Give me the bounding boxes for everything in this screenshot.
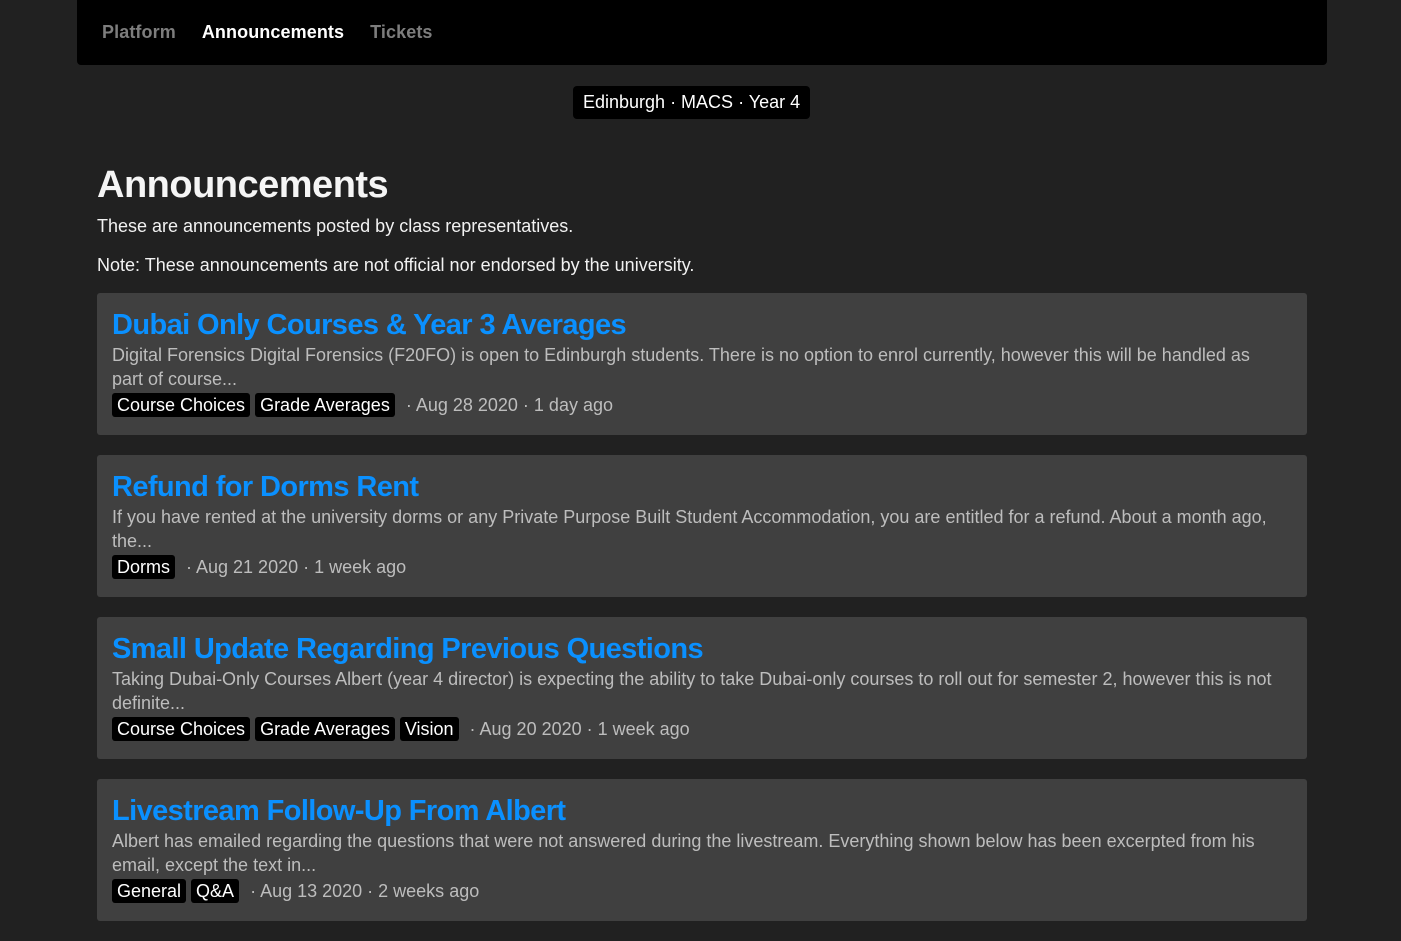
announcement-date: · Aug 28 2020 · 1 day ago — [405, 394, 613, 415]
tag-badge[interactable]: Course Choices — [112, 393, 251, 417]
page-note: Note: These announcements are not offici… — [97, 255, 695, 275]
announcement-date: · Aug 13 2020 · 2 weeks ago — [250, 880, 480, 901]
tag-badge[interactable]: Grade Averages — [255, 717, 395, 741]
announcement-card[interactable]: Dubai Only Courses & Year 3 Averages Dig… — [97, 293, 1307, 435]
announcement-date: · Aug 20 2020 · 1 week ago — [469, 718, 690, 739]
announcement-date: · Aug 21 2020 · 1 week ago — [186, 556, 407, 577]
announcement-excerpt: Digital Forensics Digital Forensics (F20… — [112, 345, 1250, 389]
tag-badge[interactable]: Q&A — [191, 879, 240, 903]
announcement-meta: General Q&A · Aug 13 2020 · 2 weeks ago — [112, 879, 1292, 903]
tag-badge[interactable]: Grade Averages — [255, 393, 395, 417]
page-title: Announcements — [97, 164, 389, 206]
page-subtitle: These are announcements posted by class … — [97, 216, 574, 236]
announcement-list: Dubai Only Courses & Year 3 Averages Dig… — [97, 293, 1307, 941]
announcement-title[interactable]: Small Update Regarding Previous Question… — [112, 631, 704, 667]
nav-link-tickets[interactable]: Tickets — [370, 22, 432, 43]
announcement-card[interactable]: Livestream Follow-Up From Albert Albert … — [97, 779, 1307, 921]
announcement-excerpt: Taking Dubai-Only Courses Albert (year 4… — [112, 669, 1272, 713]
context-badge[interactable]: Edinburgh · MACS · Year 4 — [573, 86, 811, 119]
announcement-meta: Course Choices Grade Averages Vision · A… — [112, 717, 1292, 741]
announcement-meta: Dorms · Aug 21 2020 · 1 week ago — [112, 555, 1292, 579]
announcement-card[interactable]: Refund for Dorms Rent If you have rented… — [97, 455, 1307, 597]
announcement-excerpt: Albert has emailed regarding the questio… — [112, 831, 1255, 875]
nav-link-platform[interactable]: Platform — [102, 22, 176, 43]
tag-badge[interactable]: General — [112, 879, 187, 903]
announcement-title[interactable]: Refund for Dorms Rent — [112, 469, 419, 505]
announcement-excerpt: If you have rented at the university dor… — [112, 507, 1267, 551]
announcement-meta: Course Choices Grade Averages · Aug 28 2… — [112, 393, 1292, 417]
tag-badge[interactable]: Course Choices — [112, 717, 251, 741]
announcement-title[interactable]: Livestream Follow-Up From Albert — [112, 793, 566, 829]
nav-link-announcements[interactable]: Announcements — [202, 22, 344, 43]
tag-badge[interactable]: Dorms — [112, 555, 175, 579]
announcement-title[interactable]: Dubai Only Courses & Year 3 Averages — [112, 307, 627, 343]
top-navbar: Platform Announcements Tickets — [77, 0, 1327, 65]
announcement-card[interactable]: Small Update Regarding Previous Question… — [97, 617, 1307, 759]
tag-badge[interactable]: Vision — [399, 717, 459, 741]
